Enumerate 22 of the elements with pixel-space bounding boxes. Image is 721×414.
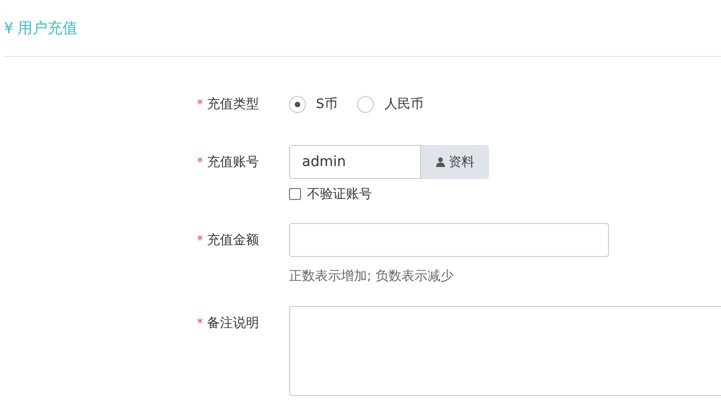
required-mark: * [197,233,203,247]
yen-icon: ¥ [4,19,14,37]
field-label: 充值金额 [207,232,259,249]
checkbox[interactable] [289,188,301,200]
required-mark: * [197,97,203,111]
required-mark: * [197,316,203,330]
hint-text: 正数表示增加; 负数表示减少 [289,268,455,285]
page-title: 用户充值 [18,18,78,38]
radio-label[interactable]: 人民币 [384,95,424,113]
user-icon [436,157,444,167]
radio-button[interactable] [357,96,374,112]
amount-input[interactable] [289,223,609,257]
field-label: 备注说明 [207,315,259,332]
profile-button[interactable]: 资料 [421,145,489,179]
checkbox-label[interactable]: 不验证账号 [307,185,372,203]
radio-button[interactable] [289,96,306,112]
account-input[interactable]: admin [289,145,421,179]
required-mark: * [197,155,203,169]
remark-textarea[interactable] [289,306,721,396]
radio-label[interactable]: S币 [316,95,338,113]
field-label: 充值账号 [207,154,259,171]
field-label: 充值类型 [207,96,259,113]
